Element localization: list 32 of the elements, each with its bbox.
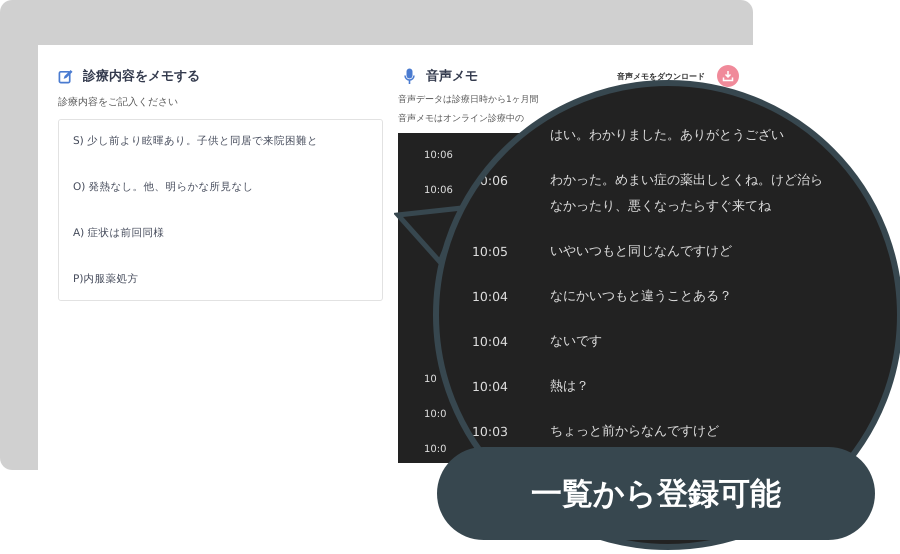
- timestamp: 10:0: [424, 408, 446, 422]
- timestamp: 10:06: [424, 149, 453, 163]
- memo-text-area[interactable]: S) 少し前より眩暉あり。子供と同居で来院困難と O) 発熱なし。他、明らかな所見なし A) 症状は前回同様 P)内服薬処方: [58, 119, 383, 301]
- timestamp: 10:04: [472, 288, 508, 306]
- section-title: 音声メモ: [426, 68, 479, 85]
- timestamp: 10:06: [424, 184, 453, 198]
- edit-icon: [58, 68, 73, 84]
- note-text: 音声メモはオンライン診療中の: [398, 112, 525, 126]
- timestamp: 10: [424, 373, 437, 387]
- memo-line: S) 少し前より眩暉あり。子供と同居で来院困難と: [73, 134, 320, 149]
- download-button[interactable]: [717, 65, 739, 87]
- timestamp: 10:04: [472, 333, 508, 351]
- memo-line: P)内服薬処方: [73, 272, 140, 287]
- field-label: 診療内容をご記入ください: [58, 96, 179, 109]
- transcript-text: なにかいつもと違うことある？: [550, 288, 733, 306]
- download-link[interactable]: 音声メモをダウンロード: [617, 70, 705, 82]
- section-title: 診療内容をメモする: [83, 68, 200, 85]
- note-text: 音声データは診療日時から1ヶ月間: [398, 94, 540, 107]
- memo-line: A) 症状は前回同様: [73, 226, 166, 241]
- transcript-text: わかった。めまい症の薬出しとくね。けど治らなかったり、悪くなったらすぐ来てね: [550, 172, 824, 216]
- transcript-text: ないです: [550, 333, 603, 351]
- timestamp: 10:0: [424, 443, 446, 457]
- download-icon: [722, 70, 734, 82]
- transcript-text: 熱は？: [550, 378, 590, 396]
- transcript-text: はい。わかりました。ありがとうござい: [550, 127, 785, 145]
- timestamp: 10:03: [472, 423, 508, 441]
- transcript-text: ちょっと前からなんですけど: [550, 423, 720, 441]
- timestamp: 10:05: [472, 243, 508, 261]
- timestamp: 10:04: [472, 378, 508, 396]
- memo-line: O) 発熱なし。他、明らかな所見なし: [73, 180, 255, 195]
- transcript-text: いやいつもと同じなんですけど: [550, 243, 733, 261]
- microphone-icon: [404, 68, 415, 84]
